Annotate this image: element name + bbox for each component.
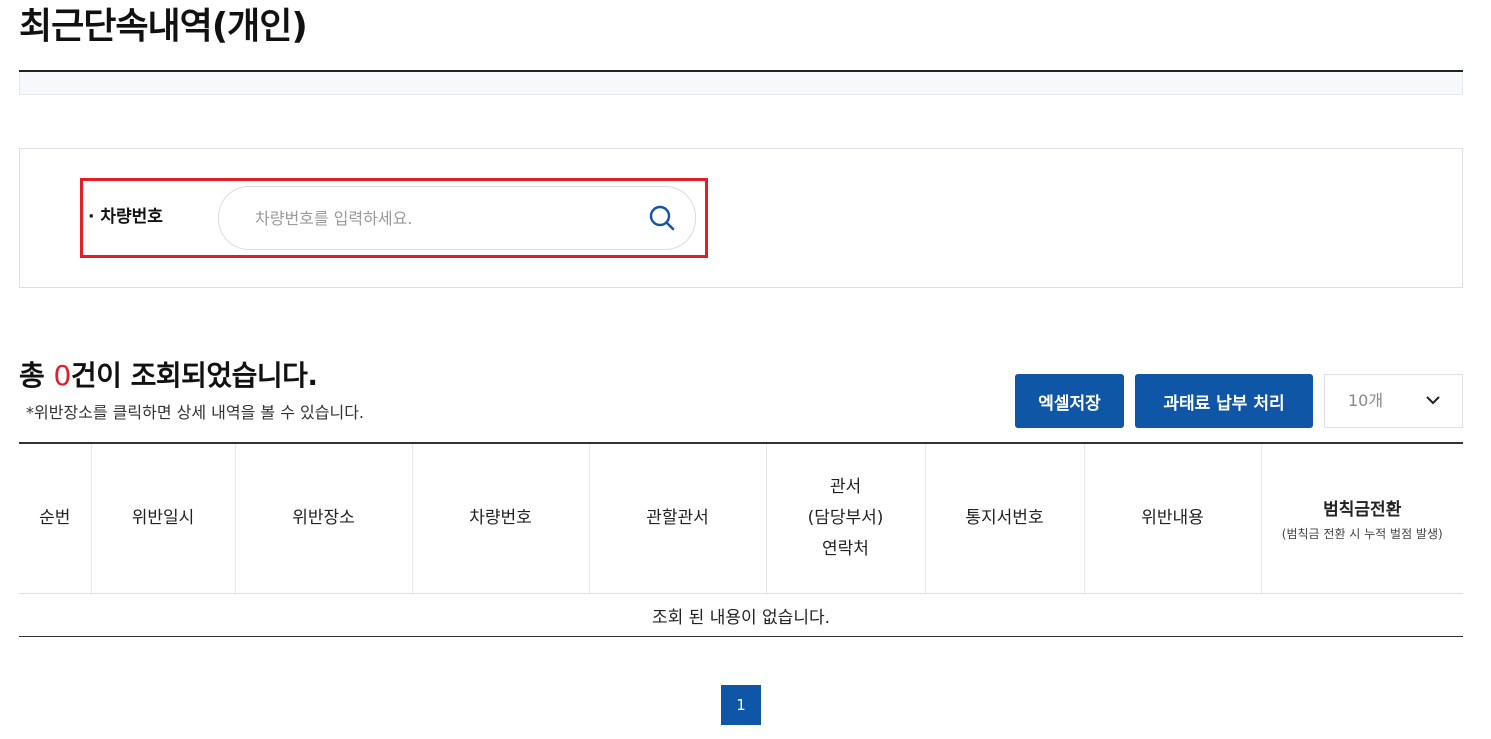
car-number-label: · 차량번호	[88, 207, 163, 227]
search-icon	[649, 205, 675, 231]
chevron-down-icon	[1426, 396, 1440, 405]
car-number-input[interactable]	[255, 205, 635, 231]
header-fine-conversion: 범칙금전환 (범칙금 전환 시 누적 벌점 발생)	[1260, 442, 1463, 594]
header-conversion-sub: (범칙금 전환 시 누적 벌점 발생)	[1281, 526, 1443, 541]
page-size-value: 10개	[1348, 391, 1384, 410]
header-office: 관할관서	[588, 442, 766, 594]
header-contact-line2: (담당부서)	[807, 508, 884, 528]
header-contact: 관서 (담당부서) 연락처	[765, 442, 925, 594]
header-contact-line3: 연락처	[822, 539, 869, 559]
result-count-suffix: 건이 조회되었습니다.	[70, 359, 318, 392]
header-no: 순번	[19, 442, 91, 594]
pagination-page-1[interactable]: 1	[721, 685, 761, 725]
table-row: 조회 된 내용이 없습니다.	[19, 593, 1463, 637]
header-car-number: 차량번호	[411, 442, 589, 594]
result-count-heading: 총 0건이 조회되었습니다.	[19, 356, 318, 396]
search-field[interactable]	[218, 186, 696, 250]
page-title: 최근단속내역(개인)	[19, 6, 308, 47]
header-notice-number: 통지서번호	[924, 442, 1084, 594]
search-button[interactable]	[647, 203, 677, 233]
header-place: 위반장소	[234, 442, 412, 594]
page: 최근단속내역(개인) · 차량번호 총 0건이 조회되었습니다. *위반장소를 …	[0, 0, 1491, 739]
page-size-select[interactable]: 10개	[1324, 374, 1463, 428]
result-note: *위반장소를 클릭하면 상세 내역을 볼 수 있습니다.	[26, 403, 365, 422]
table-header-row: 순번 위반일시 위반장소 차량번호 관할관서 관서 (담당부서) 연락처 통지서…	[19, 442, 1463, 594]
excel-save-button[interactable]: 엑셀저장	[1015, 374, 1124, 428]
empty-message: 조회 된 내용이 없습니다.	[19, 593, 1463, 637]
violation-table: 순번 위반일시 위반장소 차량번호 관할관서 관서 (담당부서) 연락처 통지서…	[19, 442, 1463, 637]
result-count-prefix: 총	[19, 359, 54, 392]
fine-payment-button[interactable]: 과태료 납부 처리	[1135, 374, 1313, 428]
title-strip	[19, 72, 1463, 95]
result-count-number: 0	[53, 359, 72, 392]
header-datetime: 위반일시	[90, 442, 235, 594]
header-violation: 위반내용	[1083, 442, 1261, 594]
header-conversion-main: 범칙금전환	[1323, 499, 1402, 520]
header-contact-line1: 관서	[829, 477, 862, 497]
